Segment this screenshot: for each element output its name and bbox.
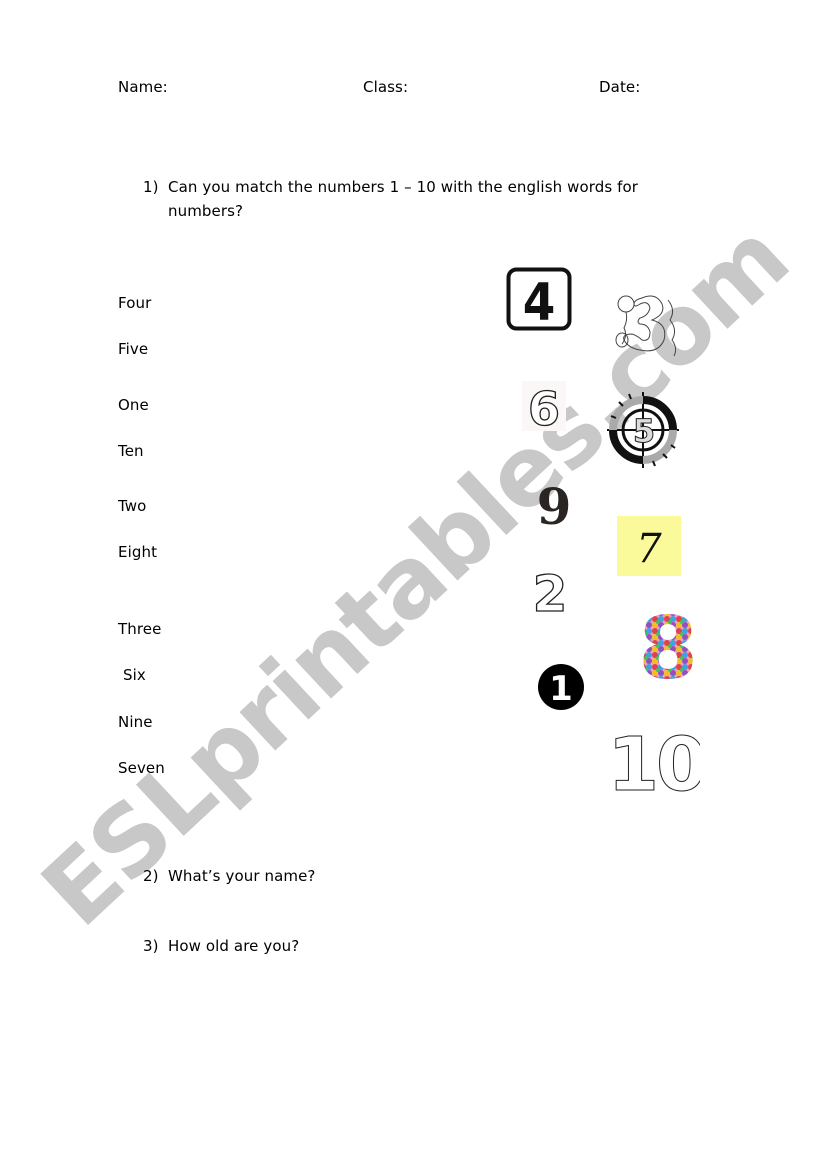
word-item: Nine — [118, 713, 153, 731]
question-1: 1) Can you match the numbers 1 – 10 with … — [143, 178, 638, 196]
digit-six: 6 — [528, 382, 560, 431]
number-eight-colorful-image: 8 — [640, 604, 696, 684]
number-ten-image: 10 — [612, 724, 700, 796]
question-1-continued: numbers? — [168, 202, 244, 220]
word-item: Eight — [118, 543, 158, 561]
digit-seven: 7 — [636, 526, 662, 572]
word-item: Seven — [118, 759, 165, 777]
digit-one: 1 — [549, 669, 573, 709]
number-four-image: 4 — [506, 267, 572, 331]
question-number: 3) — [143, 937, 159, 955]
number-one-circle-image: 1 — [538, 664, 584, 710]
question-text: How old are you? — [168, 937, 300, 955]
question-text: Can you match the numbers 1 – 10 with th… — [168, 178, 639, 196]
question-number: 2) — [143, 867, 159, 885]
number-five-target-image: 5 — [607, 392, 679, 468]
word-item: Three — [118, 620, 162, 638]
question-number: 1) — [143, 178, 159, 196]
digits-ten: 10 — [612, 724, 700, 796]
class-label: Class: — [363, 78, 409, 96]
number-two-image: 2 — [532, 564, 568, 616]
digit-four: 4 — [523, 273, 556, 331]
word-item: Two — [118, 497, 147, 515]
number-nine-image: 9 — [537, 478, 572, 530]
question-text: What’s your name? — [168, 867, 316, 885]
word-item: Five — [118, 340, 149, 358]
date-label: Date: — [599, 78, 641, 96]
word-item: Six — [123, 666, 146, 684]
word-item: Four — [118, 294, 152, 312]
word-item: Ten — [118, 442, 144, 460]
digit-nine: 9 — [537, 478, 572, 530]
number-seven-note-image: 7 — [617, 516, 681, 576]
digit-three: 3 — [652, 341, 653, 343]
word-item: One — [118, 396, 149, 414]
number-three-balloon-image: 3 — [615, 295, 677, 357]
number-six-image: 6 — [522, 381, 566, 431]
digit-two: 2 — [533, 565, 568, 616]
name-label: Name: — [118, 78, 168, 96]
question-2: 2) What’s your name? — [143, 867, 315, 885]
digit-eight: 8 — [640, 604, 696, 684]
digit-five: 5 — [633, 412, 655, 450]
question-3: 3) How old are you? — [143, 937, 299, 955]
